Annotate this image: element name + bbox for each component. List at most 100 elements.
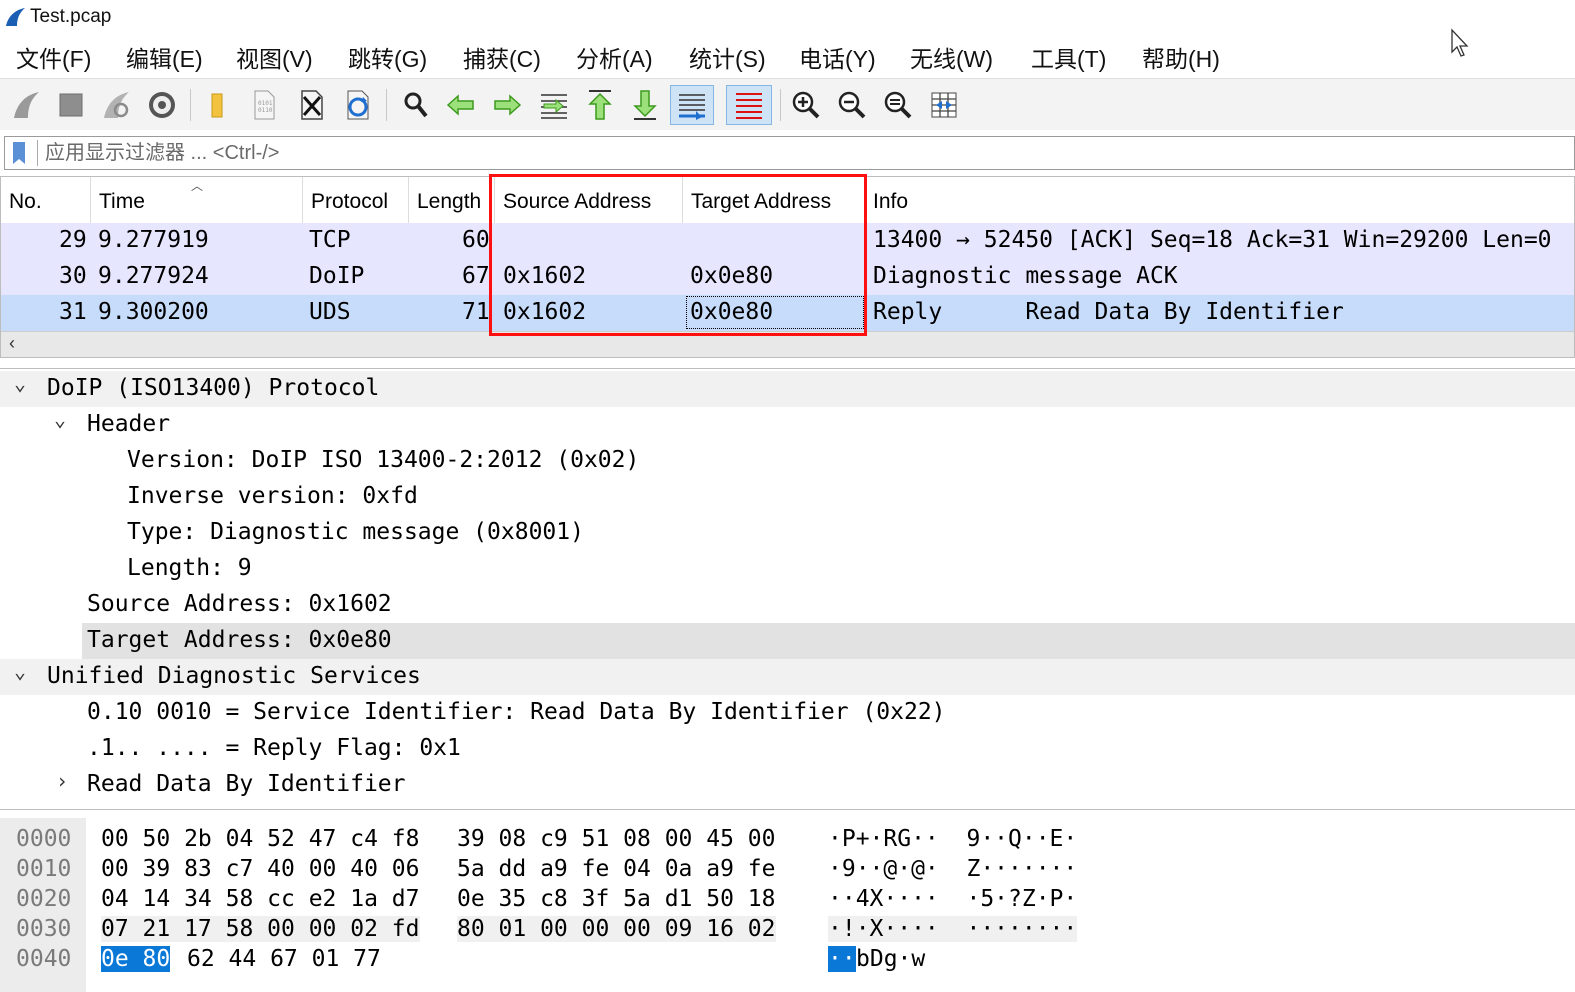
tree-item-doip[interactable]: ⌄ DoIP (ISO13400) Protocol	[0, 371, 1575, 407]
reload-file-icon[interactable]	[338, 85, 378, 125]
autoscroll-icon[interactable]	[670, 85, 714, 125]
close-file-icon[interactable]	[292, 85, 332, 125]
start-capture-icon[interactable]	[6, 85, 46, 125]
last-packet-icon[interactable]	[625, 85, 665, 125]
bytes-row[interactable]: 0010 00 39 83 c7 40 00 40 06 5a dd a9 fe…	[0, 852, 1575, 882]
packet-info: 13400 → 52450 [ACK] Seq=18 Ack=31 Win=29…	[873, 227, 1552, 253]
menu-view[interactable]: 视图(V)	[236, 40, 313, 74]
tree-item-uds[interactable]: ⌄ Unified Diagnostic Services	[0, 659, 1575, 695]
svg-text:0101: 0101	[258, 100, 273, 107]
highlight-annotation-box	[489, 174, 867, 336]
hex-group-a: 00 50 2b 04 52 47 c4 f8	[101, 826, 420, 852]
menu-edit[interactable]: 编辑(E)	[126, 40, 203, 74]
tree-item-reply-flag[interactable]: .1.. .... = Reply Flag: 0x1	[0, 731, 1575, 767]
packet-time: 9.300200	[98, 299, 209, 325]
hex-group-b: 0e 35 c8 3f 5a d1 50 18	[457, 886, 776, 912]
tree-item-source-address[interactable]: Source Address: 0x1602	[0, 587, 1575, 623]
ascii-dump: ·P+·RG·· 9··Q··E·	[828, 826, 1078, 852]
bytes-row[interactable]: 0000 00 50 2b 04 52 47 c4 f8 39 08 c9 51…	[0, 822, 1575, 852]
byte-offset: 0000	[16, 826, 72, 852]
packet-info: Reply Read Data By Identifier	[873, 299, 1344, 325]
packet-length: 71	[462, 299, 490, 325]
chevron-down-icon[interactable]: ⌄	[14, 371, 26, 395]
column-length[interactable]: Length	[409, 177, 495, 223]
restart-capture-icon[interactable]	[96, 85, 136, 125]
first-packet-icon[interactable]	[580, 85, 620, 125]
open-file-icon[interactable]	[198, 85, 238, 125]
byte-offset: 0020	[16, 886, 72, 912]
bytes-row[interactable]: 0020 04 14 34 58 cc e2 1a d7 0e 35 c8 3f…	[0, 882, 1575, 912]
zoom-out-icon[interactable]	[832, 85, 872, 125]
tree-item-inverse-version[interactable]: Inverse version: 0xfd	[0, 479, 1575, 515]
menu-wireless[interactable]: 无线(W)	[910, 40, 993, 74]
bookmark-icon[interactable]	[11, 141, 27, 165]
go-to-packet-icon[interactable]	[534, 85, 574, 125]
menu-file[interactable]: 文件(F)	[16, 40, 91, 74]
column-no[interactable]: No.	[1, 177, 91, 223]
packet-details: ⌄ DoIP (ISO13400) Protocol ⌄ Header Vers…	[0, 368, 1575, 810]
hex-group-a: 00 39 83 c7 40 00 40 06	[101, 856, 420, 882]
title-bar: Test.pcap	[0, 0, 1575, 34]
packet-protocol: TCP	[309, 227, 351, 253]
svg-text:0110: 0110	[258, 107, 273, 114]
go-back-icon[interactable]	[441, 85, 481, 125]
tree-item-version[interactable]: Version: DoIP ISO 13400-2:2012 (0x02)	[0, 443, 1575, 479]
menu-capture[interactable]: 捕获(C)	[463, 40, 541, 74]
packet-bytes: 0000 00 50 2b 04 52 47 c4 f8 39 08 c9 51…	[0, 818, 1575, 992]
menu-go[interactable]: 跳转(G)	[348, 40, 427, 74]
byte-offset: 0040	[16, 946, 72, 972]
sort-ascending-icon: ︿	[191, 179, 204, 193]
colorize-icon[interactable]	[726, 85, 772, 125]
menu-bar: 文件(F) 编辑(E) 视图(V) 跳转(G) 捕获(C) 分析(A) 统计(S…	[0, 34, 1575, 76]
hex-group-a: 07 21 17 58 00 00 02 fd	[101, 916, 420, 942]
ascii-remaining: bDg·w	[856, 946, 926, 972]
find-packet-icon[interactable]	[396, 85, 436, 125]
menu-statistics[interactable]: 统计(S)	[689, 40, 766, 74]
menu-analyze[interactable]: 分析(A)	[576, 40, 653, 74]
chevron-down-icon[interactable]: ⌄	[14, 659, 26, 683]
packet-no: 30	[59, 263, 87, 289]
zoom-normal-icon[interactable]	[878, 85, 918, 125]
ascii-dump: ·9··@·@· Z·······	[828, 856, 1078, 882]
hex-group-a: 04 14 34 58 cc e2 1a d7	[101, 886, 420, 912]
ascii-dump: ··4X···· ·5·?Z·P·	[828, 886, 1078, 912]
save-file-icon[interactable]: 0101 0110	[244, 85, 284, 125]
tree-item-service-identifier[interactable]: 0.10 0010 = Service Identifier: Read Dat…	[0, 695, 1575, 731]
mouse-cursor-icon	[1451, 28, 1469, 57]
hex-selected-bytes: 0e 80	[101, 946, 171, 972]
hex-group-b: 39 08 c9 51 08 00 45 00	[457, 826, 776, 852]
stop-capture-icon[interactable]	[51, 85, 91, 125]
column-protocol[interactable]: Protocol	[303, 177, 409, 223]
bytes-row[interactable]: 0040 0e 80 62 44 67 01 77 ·· bDg·w	[0, 942, 1575, 972]
tree-item-header[interactable]: ⌄ Header	[0, 407, 1575, 443]
byte-offset: 0030	[16, 916, 72, 942]
menu-help[interactable]: 帮助(H)	[1142, 40, 1220, 74]
chevron-down-icon[interactable]: ⌄	[54, 407, 66, 431]
packet-info: Diagnostic message ACK	[873, 263, 1178, 289]
menu-telephony[interactable]: 电话(Y)	[799, 40, 876, 74]
go-forward-icon[interactable]	[487, 85, 527, 125]
menu-tools[interactable]: 工具(T)	[1031, 40, 1106, 74]
byte-offset: 0010	[16, 856, 72, 882]
column-info[interactable]: Info	[865, 177, 1574, 223]
packet-protocol: DoIP	[309, 263, 365, 289]
capture-options-icon[interactable]	[142, 85, 182, 125]
tree-item-target-address[interactable]: Target Address: 0x0e80	[82, 623, 1575, 659]
display-filter-input[interactable]	[45, 139, 1545, 167]
scroll-left-icon[interactable]: ‹	[9, 333, 15, 354]
packet-no: 31	[59, 299, 87, 325]
zoom-in-icon[interactable]	[786, 85, 826, 125]
display-filter-bar	[4, 136, 1575, 170]
chevron-right-icon[interactable]: ›	[56, 769, 68, 793]
tree-item-read-data-by-identifier[interactable]: › Read Data By Identifier	[0, 767, 1575, 803]
ascii-selected: ··	[828, 946, 856, 972]
tree-item-length[interactable]: Length: 9	[0, 551, 1575, 587]
hex-group-b: 80 01 00 00 00 09 16 02	[457, 916, 776, 942]
tree-item-type[interactable]: Type: Diagnostic message (0x8001)	[0, 515, 1575, 551]
wireshark-logo-icon	[6, 8, 25, 26]
resize-columns-icon[interactable]	[924, 85, 964, 125]
bytes-row[interactable]: 0030 07 21 17 58 00 00 02 fd 80 01 00 00…	[0, 912, 1575, 942]
ascii-dump: ·!·X···· ········	[828, 916, 1078, 942]
window-title: Test.pcap	[30, 6, 112, 27]
hex-group-b: 5a dd a9 fe 04 0a a9 fe	[457, 856, 776, 882]
